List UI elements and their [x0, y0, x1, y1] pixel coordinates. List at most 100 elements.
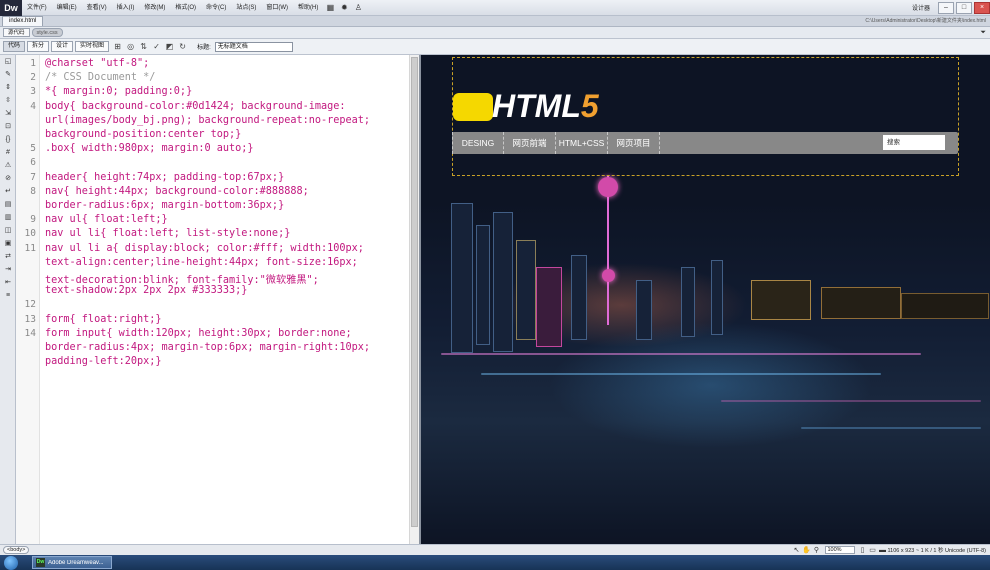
highlight-invalid-icon[interactable]: ⚠ [0, 159, 16, 172]
logo-five: 5 [580, 88, 599, 124]
building [493, 212, 513, 352]
building [536, 267, 562, 347]
refresh-icon[interactable]: ↻ [176, 42, 189, 51]
user-icon[interactable]: ♙ [351, 3, 365, 12]
dreamweaver-window: Dw 文件(F) 编辑(E) 查看(V) 插入(I) 修改(M) 格式(O) 命… [0, 0, 990, 570]
code-scrollbar[interactable] [409, 55, 419, 544]
design-view-button[interactable]: 设计 [51, 41, 74, 52]
filter-icon[interactable]: ⏷ [980, 29, 986, 37]
indent-icon[interactable]: ⇥ [0, 263, 16, 276]
close-button[interactable]: × [974, 1, 990, 14]
hand-tool-icon[interactable]: ✋ [802, 546, 812, 554]
code-line: nav ul li{ float:left; list-style:none;} [45, 228, 291, 240]
menu-file[interactable]: 文件(F) [22, 0, 52, 16]
related-files-bar: 源代码 style.css ⏷ [0, 27, 990, 39]
document-title-input[interactable]: 无标题文档 [214, 41, 293, 52]
site-search-input[interactable]: 搜索 [883, 135, 945, 150]
site-logo[interactable]: HTML5 [492, 88, 599, 125]
line-number: 9 [30, 214, 36, 226]
zoom-tool-icon[interactable]: ⚲ [812, 546, 822, 554]
menu-window[interactable]: 窗口(W) [261, 0, 293, 16]
code-editor[interactable]: 1 2 3 4 5 6 7 8 9 10 11 12 13 14 @charset "utf-8";/* … [16, 55, 409, 544]
code-line: header{ height:74px; padding-top:67px;} [45, 171, 285, 183]
validate-icon[interactable]: ✓ [150, 42, 163, 51]
line-number: 2 [30, 72, 36, 84]
layout-icon[interactable]: ▦ [323, 3, 337, 12]
source-code-button[interactable]: 源代码 [3, 28, 30, 37]
visual-aids-icon[interactable]: ◩ [163, 42, 176, 51]
syntax-error-icon[interactable]: ⊘ [0, 172, 16, 185]
tablet-icon[interactable]: ▭ [868, 546, 878, 554]
document-info: 1106 x 923 ~ 1 K / 1 秒 Unicode (UTF-8) [887, 548, 987, 554]
maximize-button[interactable]: □ [956, 1, 972, 14]
tag-selector-body[interactable]: <body> [3, 546, 30, 554]
code-line: border-radius:4px; margin-top:6px; margi… [45, 342, 371, 353]
format-source-icon[interactable]: ≡ [0, 289, 16, 302]
show-code-navigator-icon[interactable]: ✎ [0, 68, 16, 81]
building [516, 240, 536, 340]
menu-site[interactable]: 站点(S) [231, 0, 261, 16]
remove-comment-icon[interactable]: ▥ [0, 211, 16, 224]
menu-edit[interactable]: 编辑(E) [52, 0, 82, 16]
minimize-button[interactable]: – [938, 1, 954, 14]
zoom-select[interactable]: 100% [824, 546, 855, 554]
river-light [441, 353, 921, 355]
building [751, 280, 811, 320]
building [451, 203, 473, 353]
menu-format[interactable]: 格式(O) [170, 0, 201, 16]
file-management-icon[interactable]: ⇅ [137, 42, 150, 51]
code-line: nav ul{ float:left;} [45, 214, 168, 226]
browser-preview-icon[interactable]: ◎ [124, 42, 137, 51]
design-view[interactable]: HTML5 DESING 网页前端 HTML+CSS 网页项目 搜索 [421, 55, 990, 544]
live-view-button[interactable]: 实时视图 [75, 41, 110, 52]
menu-commands[interactable]: 命令(C) [201, 0, 231, 16]
style-css-button[interactable]: style.css [31, 28, 63, 37]
menu-help[interactable]: 帮助(H) [293, 0, 323, 16]
apply-comment-icon[interactable]: ▤ [0, 198, 16, 211]
tv-tower [607, 175, 609, 325]
dw-logo: Dw [0, 0, 22, 16]
open-documents-icon[interactable]: ◱ [0, 55, 16, 68]
multiscreen-icon[interactable]: ⊞ [111, 42, 124, 51]
document-toolbar: 代码 拆分 设计 实时视图 ⊞ ◎ ⇅ ✓ ◩ ↻ 标题: 无标题文档 [0, 39, 990, 55]
start-button[interactable] [4, 555, 18, 570]
select-parent-tag-icon[interactable]: ⊡ [0, 120, 16, 133]
word-wrap-icon[interactable]: ↵ [0, 185, 16, 198]
nav-html-css[interactable]: HTML+CSS [556, 132, 608, 154]
collapse-selection-icon[interactable]: ⇳ [0, 94, 16, 107]
nav-projects[interactable]: 网页项目 [608, 132, 660, 154]
expand-all-icon[interactable]: ⇲ [0, 107, 16, 120]
device-icon[interactable]: ▯ [858, 546, 868, 554]
code-view-button[interactable]: 代码 [3, 41, 26, 52]
line-number: 13 [24, 313, 36, 325]
split-view-button[interactable]: 拆分 [27, 41, 50, 52]
recent-snippets-icon[interactable]: ▣ [0, 237, 16, 250]
collapse-tag-icon[interactable]: ⇕ [0, 81, 16, 94]
tab-index-html[interactable]: index.html [2, 16, 44, 26]
gear-icon[interactable]: ✹ [337, 3, 351, 12]
taskbar-dreamweaver[interactable]: Dw Adobe Dreamweav... [32, 556, 112, 569]
line-number: 7 [30, 171, 36, 183]
menu-modify[interactable]: 修改(M) [139, 0, 170, 16]
move-css-icon[interactable]: ⇄ [0, 250, 16, 263]
logo-text: HTML [492, 88, 581, 124]
line-numbers-icon[interactable]: # [0, 146, 16, 159]
nav-frontend[interactable]: 网页前端 [504, 132, 556, 154]
desktop-icon[interactable]: ▬ [878, 547, 888, 554]
scrollbar-thumb[interactable] [411, 57, 418, 527]
menu-view[interactable]: 查看(V) [82, 0, 112, 16]
menu-insert[interactable]: 插入(I) [112, 0, 140, 16]
wrap-tag-icon[interactable]: ◫ [0, 224, 16, 237]
select-tool-icon[interactable]: ↖ [792, 546, 802, 554]
nav-desing[interactable]: DESING [452, 132, 504, 154]
line-number: 11 [24, 242, 36, 254]
workspace-switcher[interactable]: 设计器 [906, 3, 936, 12]
outdent-icon[interactable]: ⇤ [0, 276, 16, 289]
line-number: 14 [24, 327, 36, 339]
line-number: 12 [24, 299, 36, 311]
code-line: url(images/body_bj.png); background-repe… [45, 114, 371, 126]
balance-braces-icon[interactable]: {} [0, 133, 16, 146]
road-light [721, 400, 981, 402]
building [901, 293, 989, 319]
line-number: 3 [30, 86, 36, 98]
